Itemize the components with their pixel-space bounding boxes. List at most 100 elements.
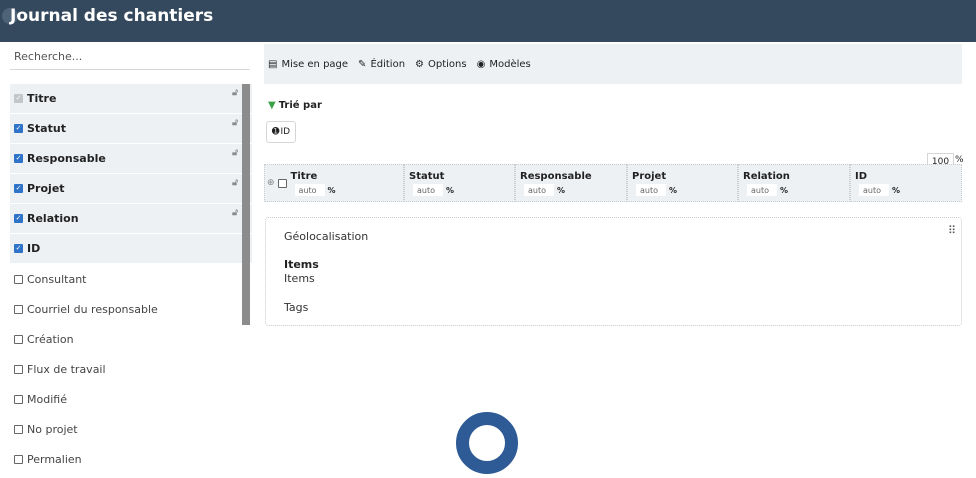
column-name: Statut [409, 171, 445, 182]
search-input[interactable] [10, 44, 250, 70]
column-width-input[interactable]: auto [524, 184, 554, 196]
column-responsable[interactable]: Responsable auto % [515, 164, 627, 202]
app-header: Journal des chantiers [0, 0, 976, 42]
field-label: Consultant [27, 272, 87, 286]
column-width-unit: % [669, 185, 678, 195]
field-label: Permalien [27, 452, 82, 466]
field-item-responsable[interactable]: ✓ Responsable 🔓︎ [10, 144, 252, 174]
extra-field-items[interactable]: Items [284, 272, 961, 286]
add-circle-icon[interactable]: ⊕ [267, 178, 275, 188]
checkbox-checked-disabled[interactable]: ✓ [14, 94, 23, 103]
extra-fields-panel: ⠿ Géolocalisation Items Items Tags [265, 217, 962, 326]
loading-spinner [456, 412, 518, 474]
sort-field-label: ID [280, 127, 291, 137]
layout-button[interactable]: ▤ Mise en page [268, 59, 348, 70]
extra-field-geolocation[interactable]: Géolocalisation [284, 230, 961, 244]
field-label: Responsable [27, 152, 106, 165]
sort-heading-label: Trié par [278, 100, 322, 111]
checkbox-unchecked[interactable] [14, 334, 23, 344]
column-name: Relation [743, 171, 790, 182]
extra-field-tags[interactable]: Tags [284, 301, 961, 315]
checkbox-checked[interactable]: ✓ [14, 184, 23, 193]
sort-heading: ▼ Trié par [268, 100, 322, 111]
checkbox-checked[interactable]: ✓ [14, 244, 23, 253]
field-label: Relation [27, 212, 79, 225]
column-id[interactable]: ID auto % [850, 164, 962, 202]
column-width-unit: % [780, 185, 789, 195]
field-item-id[interactable]: ✓ ID [10, 234, 252, 264]
app-title: Journal des chantiers [10, 6, 214, 26]
options-button[interactable]: ⚙ Options [415, 59, 467, 70]
checkbox-checked[interactable]: ✓ [14, 124, 23, 133]
layout-icon: ▤ [268, 58, 278, 70]
field-item-modifie[interactable]: Modifié [10, 384, 252, 414]
field-label: Création [27, 332, 74, 346]
checkbox-unchecked[interactable] [14, 454, 23, 464]
eye-icon: ◉ [476, 58, 486, 70]
column-projet[interactable]: Projet auto % [627, 164, 738, 202]
field-label: Modifié [27, 392, 67, 406]
column-width-input[interactable]: auto [636, 184, 666, 196]
column-width-input[interactable]: auto [294, 184, 325, 196]
unlock-icon[interactable]: 🔓︎ [232, 118, 238, 128]
unlock-icon[interactable]: 🔓︎ [232, 88, 238, 98]
extra-field-items-heading: Items [284, 258, 319, 271]
field-label: No projet [27, 422, 78, 436]
edit-label: Édition [370, 58, 406, 70]
unlock-icon[interactable]: 🔓︎ [232, 208, 238, 218]
field-item-statut[interactable]: ✓ Statut 🔓︎ [10, 114, 252, 144]
field-item-titre[interactable]: ✓ Titre 🔓︎ [10, 84, 252, 114]
select-all-checkbox[interactable] [277, 178, 287, 188]
unlock-icon[interactable]: 🔓︎ [232, 178, 238, 188]
column-width-input[interactable]: auto [859, 184, 889, 196]
checkbox-checked[interactable]: ✓ [14, 214, 23, 223]
field-list: ✓ Titre 🔓︎ ✓ Statut 🔓︎ ✓ Responsable 🔓︎ … [10, 84, 252, 474]
checkbox-unchecked[interactable] [14, 274, 23, 284]
field-item-courriel[interactable]: Courriel du responsable [10, 294, 252, 324]
checkbox-unchecked[interactable] [14, 364, 23, 374]
column-width-unit: % [446, 185, 455, 195]
unlock-icon[interactable]: 🔓︎ [232, 148, 238, 158]
column-name: Responsable [520, 171, 592, 182]
field-label: Projet [27, 182, 65, 195]
sort-chip-id[interactable]: ➊ ID [266, 121, 296, 143]
field-label: Courriel du responsable [27, 302, 158, 316]
field-item-projet[interactable]: ✓ Projet 🔓︎ [10, 174, 252, 204]
field-label: Flux de travail [27, 362, 106, 376]
field-label: Titre [27, 92, 57, 105]
column-name: Titre [290, 171, 318, 182]
column-relation[interactable]: Relation auto % [738, 164, 850, 202]
edit-button[interactable]: ✎ Édition [358, 59, 405, 70]
field-item-relation[interactable]: ✓ Relation 🔓︎ [10, 204, 252, 234]
checkbox-unchecked[interactable] [14, 424, 23, 434]
column-width-unit: % [557, 185, 566, 195]
column-statut[interactable]: Statut auto % [404, 164, 515, 202]
toolbar: ▤ Mise en page ✎ Édition ⚙ Options ◉ Mod… [264, 44, 962, 84]
models-label: Modèles [489, 58, 531, 70]
column-row: ⊕ Titre auto % Statut auto % Responsable… [264, 164, 962, 202]
column-width-input[interactable]: auto [747, 184, 777, 196]
column-width-unit: % [892, 185, 901, 195]
field-item-flux[interactable]: Flux de travail [10, 354, 252, 384]
field-label: Statut [27, 122, 66, 135]
checkbox-unchecked[interactable] [14, 394, 23, 404]
field-list-scrollbar[interactable] [242, 84, 250, 325]
column-name: ID [855, 171, 868, 182]
checkbox-checked[interactable]: ✓ [14, 154, 23, 163]
models-button[interactable]: ◉ Modèles [477, 59, 531, 70]
field-item-consultant[interactable]: Consultant [10, 264, 252, 294]
checkbox-unchecked[interactable] [14, 304, 23, 314]
options-label: Options [428, 58, 467, 70]
column-width-unit: % [327, 185, 336, 195]
filter-icon: ▼ [268, 100, 276, 111]
field-item-no-projet[interactable]: No projet [10, 414, 252, 444]
field-item-creation[interactable]: Création [10, 324, 252, 354]
layout-label: Mise en page [281, 58, 349, 70]
column-width-input[interactable]: auto [413, 184, 443, 196]
pencil-icon: ✎ [358, 58, 367, 70]
field-label: ID [27, 242, 41, 255]
field-item-permalien[interactable]: Permalien [10, 444, 252, 474]
column-titre[interactable]: ⊕ Titre auto % [264, 164, 404, 202]
arrow-down-circle-icon: ➊ [271, 127, 280, 137]
drag-handle-icon[interactable]: ⠿ [948, 224, 956, 237]
